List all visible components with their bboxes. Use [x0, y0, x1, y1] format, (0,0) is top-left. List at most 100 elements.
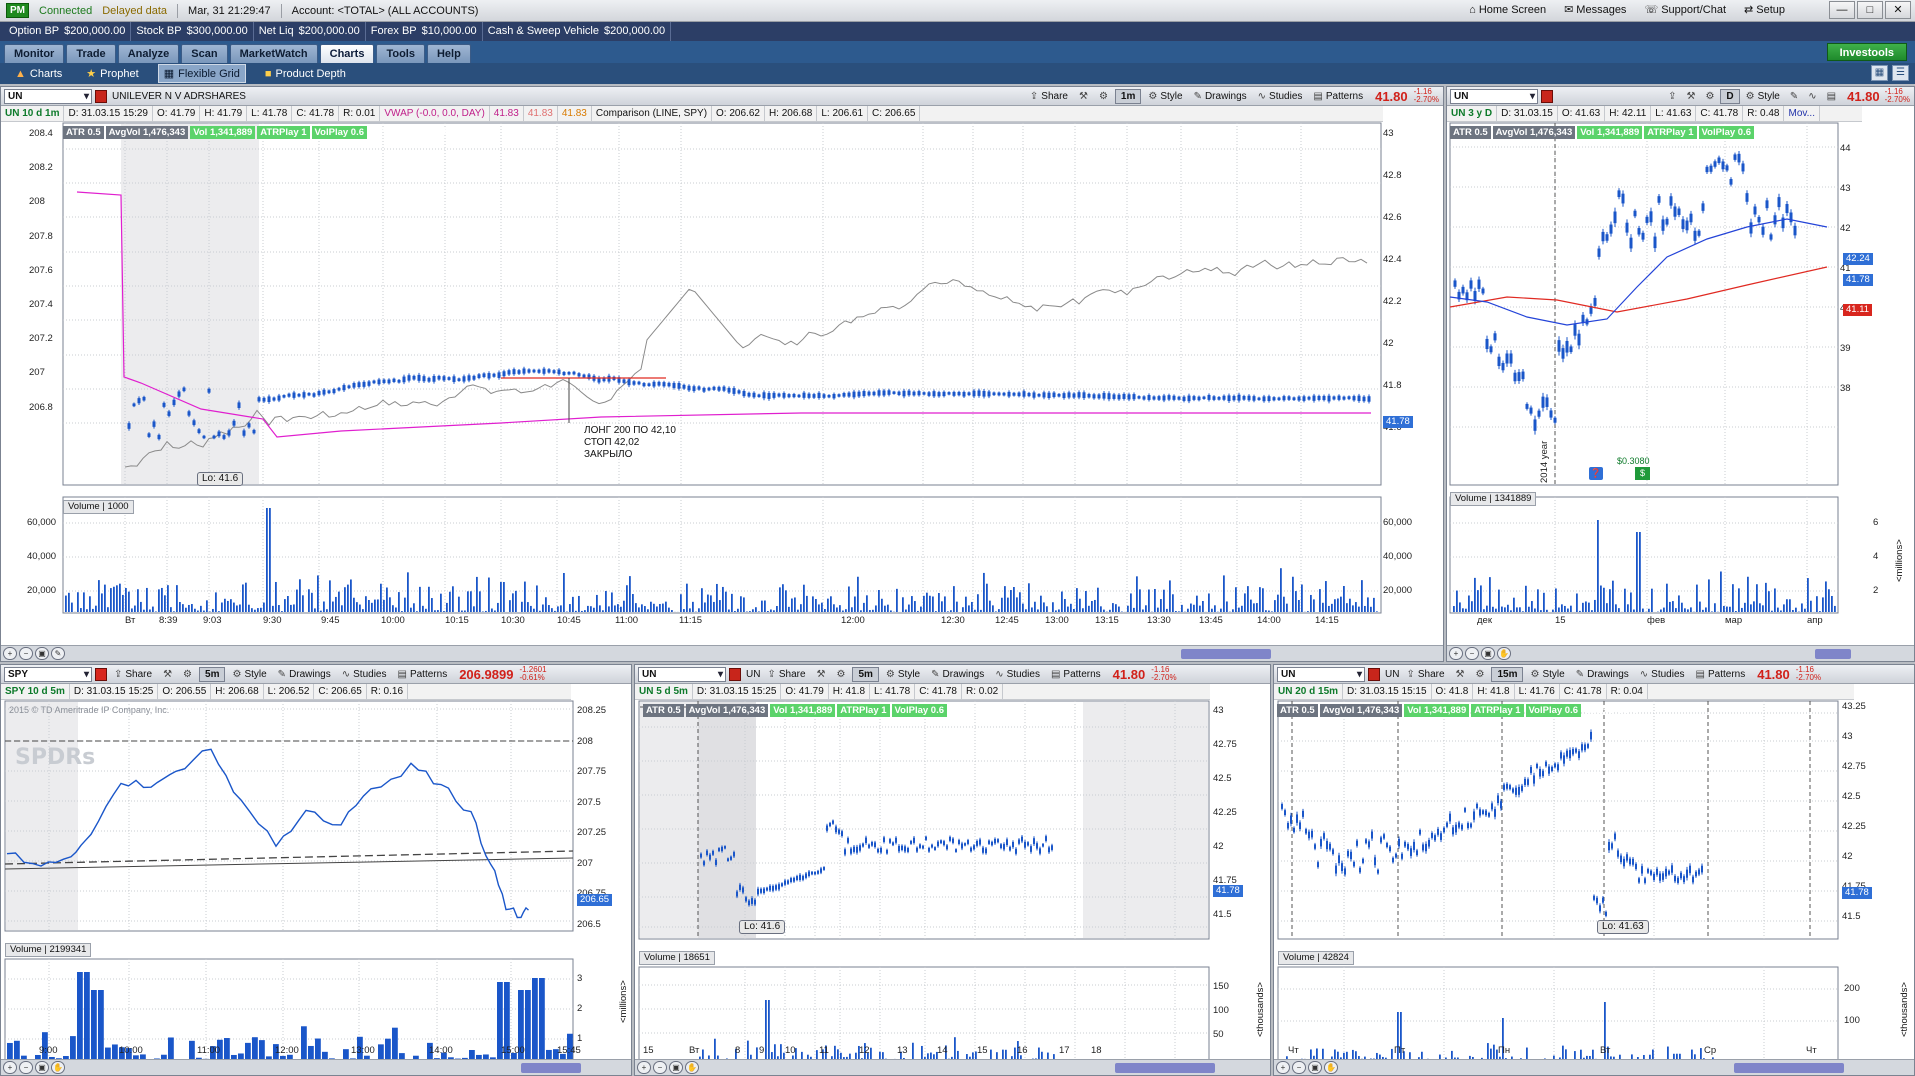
setup-button[interactable]: ⇄ Setup [1744, 3, 1785, 17]
price-candle [1368, 841, 1370, 848]
last-price-tag: 41.78 [1842, 887, 1872, 899]
subtab-prophet[interactable]: ★ Prophet [81, 65, 143, 82]
price-candle [897, 391, 901, 395]
maximize-button[interactable]: □ [1857, 1, 1883, 19]
un-5d-scroll-bar[interactable]: + − ▣ ✋ [635, 1059, 1270, 1075]
volume-bar [110, 588, 112, 612]
tab-monitor[interactable]: Monitor [4, 44, 65, 63]
fit-icon[interactable]: ▣ [1308, 1061, 1322, 1074]
price-candle [757, 394, 761, 397]
price-candle [1479, 809, 1481, 816]
tab-analyze[interactable]: Analyze [117, 44, 180, 63]
scroll-thumb[interactable] [1181, 649, 1271, 659]
price-candle [1222, 395, 1226, 400]
tab-charts[interactable]: Charts [319, 44, 375, 63]
price-candle [1302, 810, 1304, 817]
tab-trade[interactable]: Trade [66, 44, 116, 63]
volume-unit: <millions> [618, 980, 629, 1023]
price-candle [1509, 785, 1511, 790]
tab-marketwatch[interactable]: MarketWatch [229, 44, 318, 63]
minimize-button[interactable]: — [1829, 1, 1855, 19]
volume-bar [905, 609, 907, 612]
subtab-charts[interactable]: ▲ Charts [10, 66, 67, 82]
daily-scroll-bar[interactable]: + − ▣ ✋ [1447, 645, 1914, 661]
price-candle [1326, 841, 1328, 850]
zoom-out-icon[interactable]: − [653, 1061, 667, 1074]
zoom-out-icon[interactable]: − [1292, 1061, 1306, 1074]
price-candle [1320, 838, 1322, 847]
fit-icon[interactable]: ▣ [1481, 647, 1495, 660]
price-candle [913, 837, 915, 843]
subtab-product-depth[interactable]: ■ Product Depth [260, 66, 351, 82]
fit-icon[interactable]: ▣ [669, 1061, 683, 1074]
volume-bar [794, 597, 796, 612]
price-candle [994, 838, 996, 844]
volume-bar [1606, 603, 1608, 612]
pencil-icon[interactable]: ✎ [51, 647, 65, 660]
dividend-icon[interactable]: $ [1635, 467, 1650, 480]
investools-button[interactable]: Investools [1826, 43, 1907, 61]
fit-icon[interactable]: ▣ [35, 1061, 49, 1074]
divider [280, 3, 282, 18]
volume-bar [1651, 588, 1653, 612]
messages-button[interactable]: ✉ Messages [1564, 3, 1626, 17]
scroll-thumb[interactable] [1815, 649, 1851, 659]
zoom-out-icon[interactable]: − [19, 1061, 33, 1074]
volume-bar [1741, 607, 1743, 612]
volume-bar [992, 605, 994, 612]
account-selector[interactable]: Account: <TOTAL> (ALL ACCOUNTS) [292, 5, 479, 17]
scroll-thumb[interactable] [1115, 1063, 1215, 1073]
subtab-flexible-grid[interactable]: ▦ Flexible Grid [157, 64, 246, 83]
main-scroll-bar[interactable]: + − ▣ ✎ [1, 645, 1443, 661]
un-20d-scroll-bar[interactable]: + − ▣ ✋ [1274, 1059, 1914, 1075]
price-candle [931, 844, 933, 848]
scroll-thumb[interactable] [1734, 1063, 1844, 1073]
volume-bar [503, 582, 505, 612]
zoom-in-icon[interactable]: + [637, 1061, 651, 1074]
pan-icon[interactable]: ✋ [51, 1061, 65, 1074]
volume-bar [1540, 610, 1542, 612]
scroll-thumb[interactable] [521, 1063, 581, 1073]
un-5d-chart-canvas[interactable] [635, 665, 1271, 1076]
close-button[interactable]: ✕ [1885, 1, 1911, 19]
volume-bar [1690, 607, 1692, 612]
price-candle [1578, 751, 1580, 758]
price-candle [1422, 844, 1424, 851]
daily-candle [1525, 403, 1529, 409]
volume-bar [764, 600, 766, 612]
zoom-in-icon[interactable]: + [3, 1061, 17, 1074]
list-layout-icon[interactable]: ☰ [1892, 65, 1909, 81]
main-chart-canvas[interactable] [1, 87, 1444, 662]
price-candle [1047, 392, 1051, 399]
fit-icon[interactable]: ▣ [35, 647, 49, 660]
price-candle [227, 430, 231, 436]
price-axis-label: 43 [1213, 705, 1224, 716]
zoom-in-icon[interactable]: + [1449, 647, 1463, 660]
pan-icon[interactable]: ✋ [685, 1061, 699, 1074]
earnings-icon[interactable]: ❓ [1589, 467, 1603, 480]
tab-scan[interactable]: Scan [181, 44, 228, 63]
spy-chart-canvas[interactable] [1, 665, 632, 1076]
bp-option: Option BP $200,000.00 [4, 22, 132, 41]
zoom-in-icon[interactable]: + [3, 647, 17, 660]
volume-bar [1792, 610, 1794, 612]
spy-scroll-bar[interactable]: + − ▣ ✋ [1, 1059, 631, 1075]
price-candle [1539, 768, 1541, 777]
daily-candle [1601, 231, 1605, 242]
daily-chart-canvas[interactable] [1447, 87, 1915, 662]
tab-help[interactable]: Help [426, 44, 471, 63]
volume-bar [1543, 592, 1545, 612]
zoom-out-icon[interactable]: − [1465, 647, 1479, 660]
tab-tools[interactable]: Tools [376, 44, 425, 63]
home-screen-button[interactable]: ⌂ Home Screen [1469, 3, 1546, 16]
volume-bar [378, 1044, 384, 1060]
pan-icon[interactable]: ✋ [1497, 647, 1511, 660]
grid-layout-icon[interactable]: ▦ [1871, 65, 1888, 81]
un-20d-chart-canvas[interactable] [1274, 665, 1915, 1076]
zoom-out-icon[interactable]: − [19, 647, 33, 660]
support-chat-button[interactable]: ☏ Support/Chat [1644, 3, 1726, 17]
price-candle [1122, 393, 1126, 399]
pan-icon[interactable]: ✋ [1324, 1061, 1338, 1074]
price-candle [242, 430, 246, 436]
zoom-in-icon[interactable]: + [1276, 1061, 1290, 1074]
